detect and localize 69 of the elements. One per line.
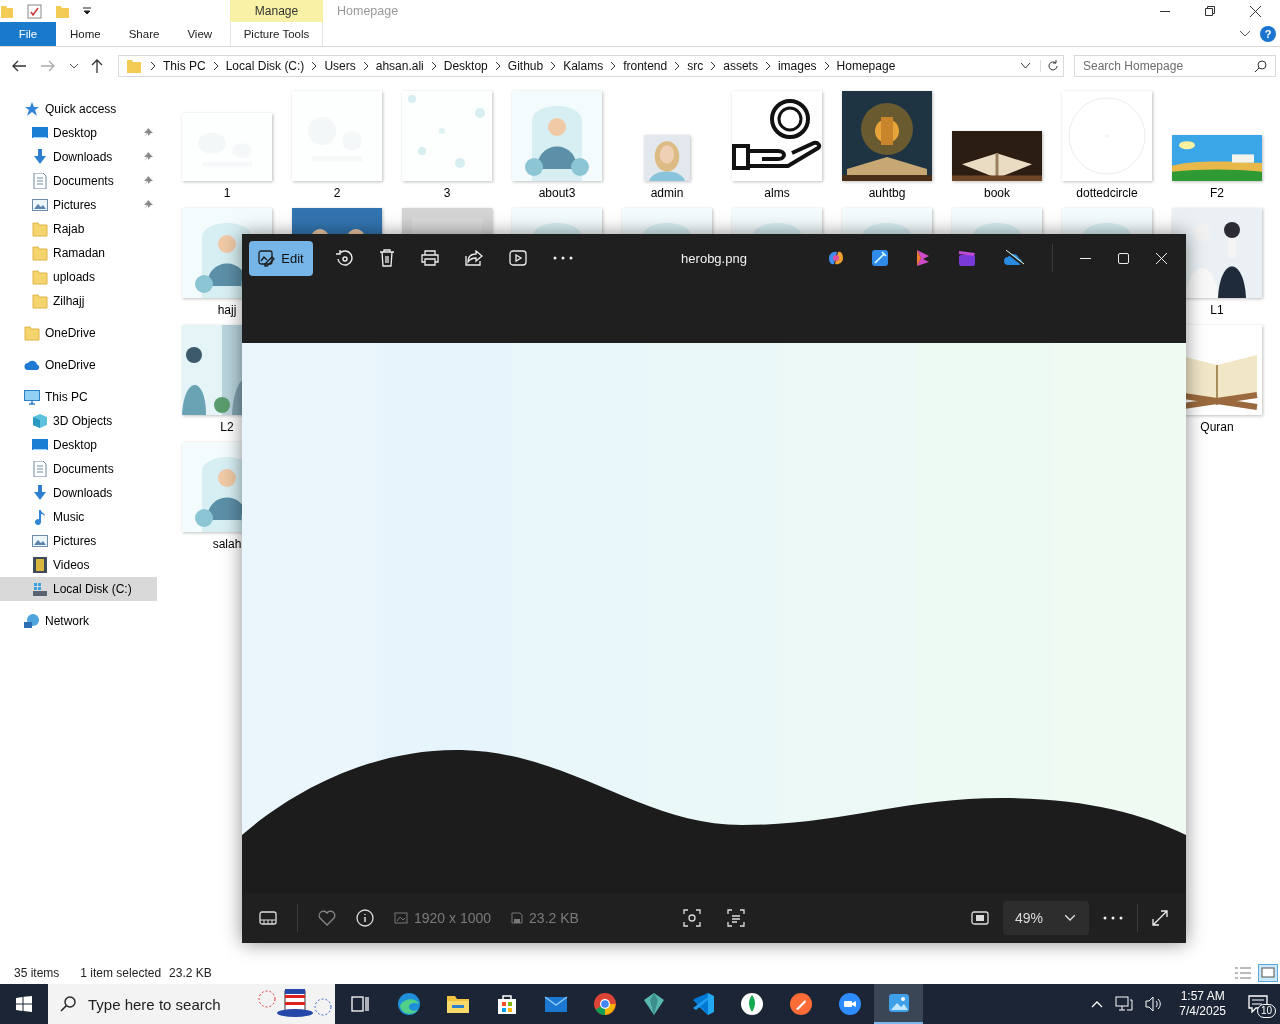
nav-item[interactable]: OneDrive <box>0 321 157 345</box>
breadcrumb-item[interactable]: Github <box>507 59 544 73</box>
file-name[interactable]: 1 <box>223 186 231 200</box>
breadcrumb-item[interactable]: Desktop <box>443 59 488 73</box>
taskbar-search-field[interactable]: Type here to search <box>48 984 335 1024</box>
nav-item[interactable]: Local Disk (C:) <box>0 577 157 601</box>
nav-item[interactable]: 3D Objects <box>0 409 157 433</box>
breadcrumb-item[interactable]: Local Disk (C:) <box>225 59 305 73</box>
window-title: Homepage <box>337 4 399 18</box>
file-name[interactable]: book <box>984 186 1010 200</box>
file-name[interactable]: F2 <box>1210 186 1224 200</box>
file-name[interactable]: 3 <box>443 186 451 200</box>
nav-item[interactable]: Music <box>0 505 157 529</box>
ribbon-tab[interactable]: Home <box>56 22 115 46</box>
nav-item[interactable]: Videos <box>0 553 157 577</box>
breadcrumb-item[interactable]: images <box>777 59 817 73</box>
edit-button[interactable]: Edit <box>249 240 313 276</box>
nav-item[interactable]: Pictures <box>0 193 157 217</box>
notification-button[interactable]: 10 <box>1242 989 1274 1019</box>
file-name[interactable]: alms <box>764 186 790 200</box>
breadcrumb-item[interactable]: Kalams <box>563 59 604 73</box>
nav-item[interactable]: Documents <box>0 169 157 193</box>
file-size: 23.2 KB <box>529 910 579 926</box>
nav-item[interactable]: Documents <box>0 457 157 481</box>
address-bar[interactable]: This PC Local Disk (C:) Users ahsan.ali Desktop Github Kalams frontend src assets images Homepage <box>118 55 1064 77</box>
ribbon-tab[interactable]: Share <box>114 22 174 46</box>
breadcrumb-item[interactable]: frontend <box>623 59 668 73</box>
breadcrumb-item[interactable]: Users <box>324 59 356 73</box>
ribbon-tab[interactable]: View <box>173 22 227 46</box>
file-name[interactable]: 2 <box>333 186 341 200</box>
window-title: herobg.png <box>681 250 747 266</box>
file-name[interactable]: L1 <box>1210 303 1224 317</box>
image-dimensions: 1920 x 1000 <box>414 910 492 926</box>
zoom-dropdown[interactable]: 49% <box>1003 901 1089 935</box>
breadcrumb-item[interactable]: assets <box>723 59 758 73</box>
nav-item[interactable]: Pictures <box>0 529 157 553</box>
file-name[interactable]: salah <box>212 537 242 551</box>
file-name[interactable]: admin <box>650 186 684 200</box>
clock[interactable]: 1:57 AM 7/4/2025 <box>1175 989 1230 1019</box>
search-field[interactable]: Search Homepage <box>1074 55 1276 77</box>
file-name[interactable]: auhtbg <box>868 186 906 200</box>
breadcrumb-item[interactable]: ahsan.ali <box>375 59 424 73</box>
nav-item[interactable]: Network <box>0 609 157 633</box>
file-name[interactable]: L2 <box>220 420 234 434</box>
nav-item[interactable]: Desktop <box>0 433 157 457</box>
nav-item[interactable]: Desktop <box>0 121 157 145</box>
help-button[interactable]: ? <box>1260 26 1276 42</box>
selection-size: 23.2 KB <box>169 966 212 980</box>
file-name[interactable]: dottedcircle <box>1076 186 1138 200</box>
file-name[interactable]: Quran <box>1200 420 1234 434</box>
breadcrumb-item[interactable]: This PC <box>163 59 206 73</box>
nav-item[interactable]: Downloads <box>0 481 157 505</box>
breadcrumb-item[interactable]: Homepage <box>836 59 896 73</box>
nav-item[interactable]: Rajab <box>0 217 157 241</box>
file-name[interactable]: about3 <box>538 186 576 200</box>
selection-info: 1 item selected <box>80 966 162 980</box>
manage-label: Manage <box>230 0 323 22</box>
nav-item[interactable]: Ramadan <box>0 241 157 265</box>
nav-item[interactable]: Downloads <box>0 145 157 169</box>
nav-item[interactable]: uploads <box>0 265 157 289</box>
nav-item[interactable]: This PC <box>0 385 157 409</box>
file-tab[interactable]: File <box>0 22 56 46</box>
breadcrumb-item[interactable]: src <box>687 59 704 73</box>
item-count: 35 items <box>14 966 60 980</box>
notification-count: 10 <box>1256 1004 1276 1018</box>
nav-item[interactable]: Quick access <box>0 97 157 121</box>
file-name[interactable]: hajj <box>217 303 237 317</box>
nav-item[interactable]: Zilhajj <box>0 289 157 313</box>
nav-item[interactable]: OneDrive <box>0 353 157 377</box>
